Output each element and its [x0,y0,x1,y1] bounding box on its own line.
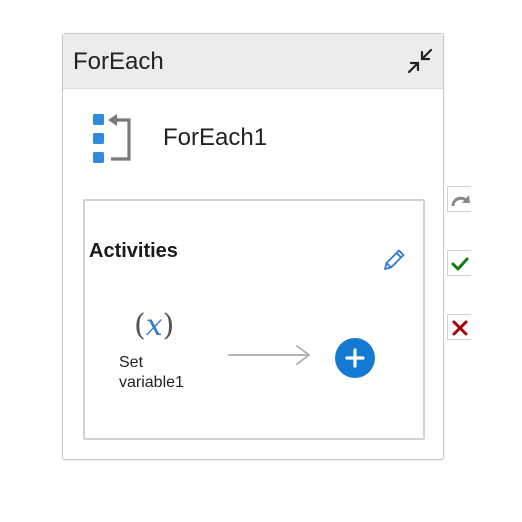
connector-arrow [228,345,310,365]
checkmark-icon [451,257,469,271]
plus-icon [345,348,365,368]
close-x-icon [452,320,468,336]
pencil-icon [384,249,405,270]
foreach-loop-icon [93,114,131,163]
card-header: ForEach [63,34,443,89]
canvas: ForEach ForEach1 Activities (x) Set vari… [0,0,522,522]
edit-activities-button[interactable] [379,245,409,275]
activities-panel: Activities (x) Set variable1 [83,199,425,440]
set-variable-activity[interactable]: (x) Set variable1 [115,309,211,397]
set-variable-label-line2: variable1 [119,374,184,391]
foreach-activity-card[interactable]: ForEach ForEach1 Activities (x) Set vari… [62,33,444,460]
failure-path-button[interactable] [447,314,471,340]
add-activity-button[interactable] [335,338,375,378]
redo-button[interactable] [447,186,471,212]
set-variable-label-line1: Set [119,354,144,371]
collapse-button[interactable] [403,44,437,78]
success-path-button[interactable] [447,250,471,276]
redo-arrow-icon [451,195,470,207]
collapse-arrows-icon [407,48,433,74]
activities-title: Activities [89,240,178,262]
activity-identity: ForEach1 [91,112,391,166]
variable-icon: (x) [134,308,175,343]
activity-name: ForEach1 [163,124,268,151]
set-variable-label: Set variable1 [119,353,184,393]
side-actions [447,186,473,346]
card-header-title: ForEach [73,48,164,75]
